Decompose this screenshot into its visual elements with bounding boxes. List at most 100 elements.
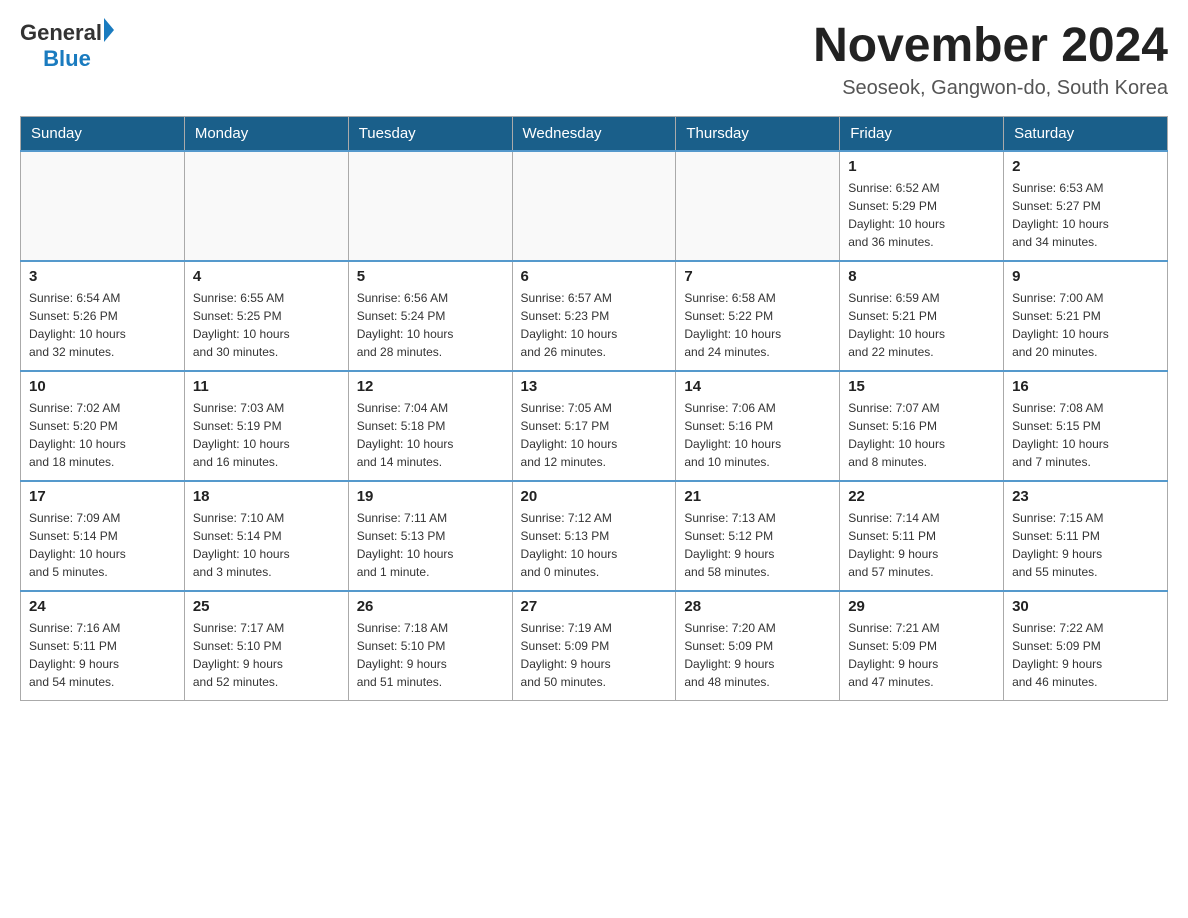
day-number: 10 xyxy=(29,378,176,395)
calendar-cell: 7 Sunrise: 6:58 AM Sunset: 5:22 PM Daylig… xyxy=(676,261,840,371)
calendar-week-row-2: 3Sunrise: 6:54 AM Sunset: 5:26 PM Daylig… xyxy=(21,261,1168,371)
calendar-week-row-1: 1 Sunrise: 6:52 AM Sunset: 5:29 PM Daylig… xyxy=(21,151,1168,261)
calendar-cell: 26 Sunrise: 7:18 AM Sunset: 5:10 PM Dayli… xyxy=(348,591,512,701)
day-info: Sunrise: 7:19 AM Sunset: 5:09 PM Dayligh… xyxy=(521,619,668,691)
logo-general-text: General xyxy=(20,20,102,46)
day-info: Sunrise: 7:10 AM Sunset: 5:14 PM Dayligh… xyxy=(193,509,340,581)
day-info: Sunrise: 7:03 AM Sunset: 5:19 PM Dayligh… xyxy=(193,399,340,471)
weekday-header-friday: Friday xyxy=(840,116,1004,151)
day-info: Sunrise: 7:20 AM Sunset: 5:09 PM Dayligh… xyxy=(684,619,831,691)
calendar-cell: 6Sunrise: 6:57 AM Sunset: 5:23 PM Daylig… xyxy=(512,261,676,371)
day-info: Sunrise: 6:53 AM Sunset: 5:27 PM Dayligh… xyxy=(1012,179,1159,251)
day-info: Sunrise: 7:09 AM Sunset: 5:14 PM Dayligh… xyxy=(29,509,176,581)
day-info: Sunrise: 7:12 AM Sunset: 5:13 PM Dayligh… xyxy=(521,509,668,581)
day-number: 2 xyxy=(1012,158,1159,175)
day-info: Sunrise: 7:11 AM Sunset: 5:13 PM Dayligh… xyxy=(357,509,504,581)
day-number: 5 xyxy=(357,268,504,285)
calendar-cell: 19 Sunrise: 7:11 AM Sunset: 5:13 PM Dayli… xyxy=(348,481,512,591)
calendar-cell: 14 Sunrise: 7:06 AM Sunset: 5:16 PM Dayli… xyxy=(676,371,840,481)
day-info: Sunrise: 7:16 AM Sunset: 5:11 PM Dayligh… xyxy=(29,619,176,691)
calendar-cell: 23 Sunrise: 7:15 AM Sunset: 5:11 PM Dayli… xyxy=(1004,481,1168,591)
location-subtitle: Seoseok, Gangwon-do, South Korea xyxy=(813,77,1168,100)
calendar-cell: 21 Sunrise: 7:13 AM Sunset: 5:12 PM Dayli… xyxy=(676,481,840,591)
calendar-cell xyxy=(184,151,348,261)
calendar-cell: 18Sunrise: 7:10 AM Sunset: 5:14 PM Dayli… xyxy=(184,481,348,591)
day-number: 8 xyxy=(848,268,995,285)
weekday-header-thursday: Thursday xyxy=(676,116,840,151)
day-number: 29 xyxy=(848,598,995,615)
calendar-week-row-4: 17Sunrise: 7:09 AM Sunset: 5:14 PM Dayli… xyxy=(21,481,1168,591)
calendar-cell: 1 Sunrise: 6:52 AM Sunset: 5:29 PM Daylig… xyxy=(840,151,1004,261)
calendar-cell: 8Sunrise: 6:59 AM Sunset: 5:21 PM Daylig… xyxy=(840,261,1004,371)
day-info: Sunrise: 6:56 AM Sunset: 5:24 PM Dayligh… xyxy=(357,289,504,361)
calendar-cell: 22 Sunrise: 7:14 AM Sunset: 5:11 PM Dayli… xyxy=(840,481,1004,591)
day-info: Sunrise: 7:14 AM Sunset: 5:11 PM Dayligh… xyxy=(848,509,995,581)
day-info: Sunrise: 7:18 AM Sunset: 5:10 PM Dayligh… xyxy=(357,619,504,691)
calendar-cell: 10 Sunrise: 7:02 AM Sunset: 5:20 PM Dayli… xyxy=(21,371,185,481)
calendar-cell: 13 Sunrise: 7:05 AM Sunset: 5:17 PM Dayli… xyxy=(512,371,676,481)
page-header: General Blue November 2024 Seoseok, Gang… xyxy=(20,20,1168,100)
day-info: Sunrise: 7:05 AM Sunset: 5:17 PM Dayligh… xyxy=(521,399,668,471)
calendar-cell: 4Sunrise: 6:55 AM Sunset: 5:25 PM Daylig… xyxy=(184,261,348,371)
calendar-cell xyxy=(676,151,840,261)
day-number: 21 xyxy=(684,488,831,505)
day-number: 14 xyxy=(684,378,831,395)
day-info: Sunrise: 7:02 AM Sunset: 5:20 PM Dayligh… xyxy=(29,399,176,471)
day-number: 9 xyxy=(1012,268,1159,285)
day-info: Sunrise: 7:06 AM Sunset: 5:16 PM Dayligh… xyxy=(684,399,831,471)
day-number: 22 xyxy=(848,488,995,505)
calendar-cell: 29 Sunrise: 7:21 AM Sunset: 5:09 PM Dayli… xyxy=(840,591,1004,701)
day-number: 16 xyxy=(1012,378,1159,395)
weekday-header-saturday: Saturday xyxy=(1004,116,1168,151)
calendar-cell: 11 Sunrise: 7:03 AM Sunset: 5:19 PM Dayli… xyxy=(184,371,348,481)
day-number: 13 xyxy=(521,378,668,395)
day-info: Sunrise: 7:04 AM Sunset: 5:18 PM Dayligh… xyxy=(357,399,504,471)
weekday-header-monday: Monday xyxy=(184,116,348,151)
calendar-table: SundayMondayTuesdayWednesdayThursdayFrid… xyxy=(20,116,1168,702)
day-number: 11 xyxy=(193,378,340,395)
calendar-cell: 24 Sunrise: 7:16 AM Sunset: 5:11 PM Dayli… xyxy=(21,591,185,701)
weekday-header-wednesday: Wednesday xyxy=(512,116,676,151)
calendar-cell: 16 Sunrise: 7:08 AM Sunset: 5:15 PM Dayli… xyxy=(1004,371,1168,481)
day-number: 24 xyxy=(29,598,176,615)
calendar-week-row-3: 10 Sunrise: 7:02 AM Sunset: 5:20 PM Dayli… xyxy=(21,371,1168,481)
day-number: 19 xyxy=(357,488,504,505)
weekday-header-sunday: Sunday xyxy=(21,116,185,151)
day-info: Sunrise: 7:15 AM Sunset: 5:11 PM Dayligh… xyxy=(1012,509,1159,581)
day-number: 26 xyxy=(357,598,504,615)
day-number: 7 xyxy=(684,268,831,285)
day-info: Sunrise: 7:07 AM Sunset: 5:16 PM Dayligh… xyxy=(848,399,995,471)
day-number: 23 xyxy=(1012,488,1159,505)
day-info: Sunrise: 7:00 AM Sunset: 5:21 PM Dayligh… xyxy=(1012,289,1159,361)
calendar-cell: 28Sunrise: 7:20 AM Sunset: 5:09 PM Dayli… xyxy=(676,591,840,701)
day-number: 20 xyxy=(521,488,668,505)
day-number: 12 xyxy=(357,378,504,395)
calendar-cell xyxy=(512,151,676,261)
weekday-header-row: SundayMondayTuesdayWednesdayThursdayFrid… xyxy=(21,116,1168,151)
day-number: 1 xyxy=(848,158,995,175)
calendar-cell xyxy=(348,151,512,261)
day-info: Sunrise: 7:17 AM Sunset: 5:10 PM Dayligh… xyxy=(193,619,340,691)
calendar-cell: 9 Sunrise: 7:00 AM Sunset: 5:21 PM Daylig… xyxy=(1004,261,1168,371)
day-number: 25 xyxy=(193,598,340,615)
calendar-week-row-5: 24 Sunrise: 7:16 AM Sunset: 5:11 PM Dayli… xyxy=(21,591,1168,701)
calendar-cell: 20 Sunrise: 7:12 AM Sunset: 5:13 PM Dayli… xyxy=(512,481,676,591)
day-info: Sunrise: 7:22 AM Sunset: 5:09 PM Dayligh… xyxy=(1012,619,1159,691)
logo: General Blue xyxy=(20,20,114,72)
day-number: 4 xyxy=(193,268,340,285)
day-info: Sunrise: 7:21 AM Sunset: 5:09 PM Dayligh… xyxy=(848,619,995,691)
calendar-cell: 27 Sunrise: 7:19 AM Sunset: 5:09 PM Dayli… xyxy=(512,591,676,701)
calendar-cell: 2 Sunrise: 6:53 AM Sunset: 5:27 PM Daylig… xyxy=(1004,151,1168,261)
day-info: Sunrise: 7:13 AM Sunset: 5:12 PM Dayligh… xyxy=(684,509,831,581)
day-info: Sunrise: 6:58 AM Sunset: 5:22 PM Dayligh… xyxy=(684,289,831,361)
weekday-header-tuesday: Tuesday xyxy=(348,116,512,151)
calendar-cell: 17Sunrise: 7:09 AM Sunset: 5:14 PM Dayli… xyxy=(21,481,185,591)
day-info: Sunrise: 7:08 AM Sunset: 5:15 PM Dayligh… xyxy=(1012,399,1159,471)
day-number: 6 xyxy=(521,268,668,285)
calendar-cell: 12 Sunrise: 7:04 AM Sunset: 5:18 PM Dayli… xyxy=(348,371,512,481)
month-year-title: November 2024 xyxy=(813,20,1168,73)
day-info: Sunrise: 6:52 AM Sunset: 5:29 PM Dayligh… xyxy=(848,179,995,251)
day-number: 27 xyxy=(521,598,668,615)
calendar-cell: 15Sunrise: 7:07 AM Sunset: 5:16 PM Dayli… xyxy=(840,371,1004,481)
calendar-cell: 30Sunrise: 7:22 AM Sunset: 5:09 PM Dayli… xyxy=(1004,591,1168,701)
